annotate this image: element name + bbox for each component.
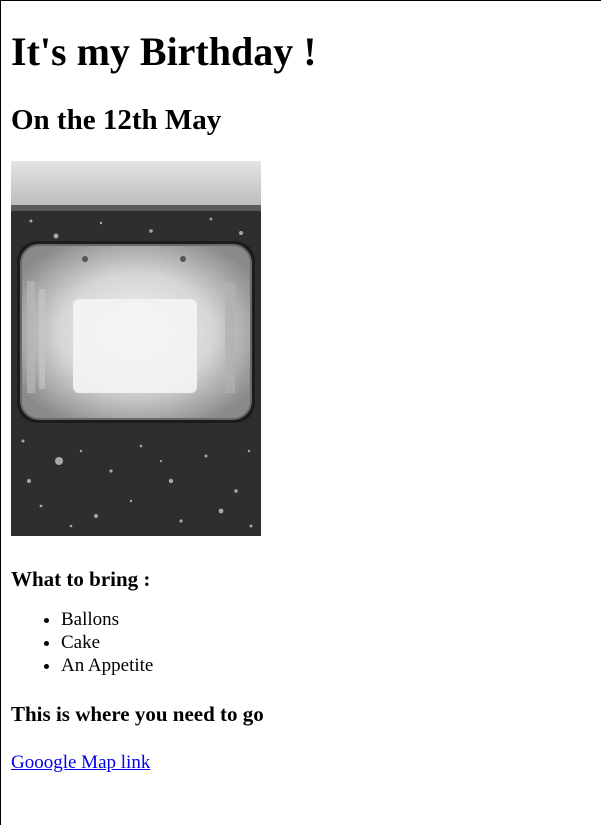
bring-list: Ballons Cake An Appetite: [11, 608, 591, 677]
map-link[interactable]: Gooogle Map link: [11, 751, 150, 774]
list-item: Cake: [61, 631, 591, 654]
page-content: It's my Birthday ! On the 12th May What …: [11, 0, 591, 774]
directions-heading: This is where you need to go: [11, 702, 264, 726]
list-item: Ballons: [61, 608, 591, 631]
page-subtitle: On the 12th May: [11, 104, 222, 136]
bring-heading: What to bring :: [11, 567, 151, 591]
page-title: It's my Birthday !: [11, 29, 317, 74]
list-item: An Appetite: [61, 654, 591, 677]
train-window-photo: [11, 161, 261, 536]
